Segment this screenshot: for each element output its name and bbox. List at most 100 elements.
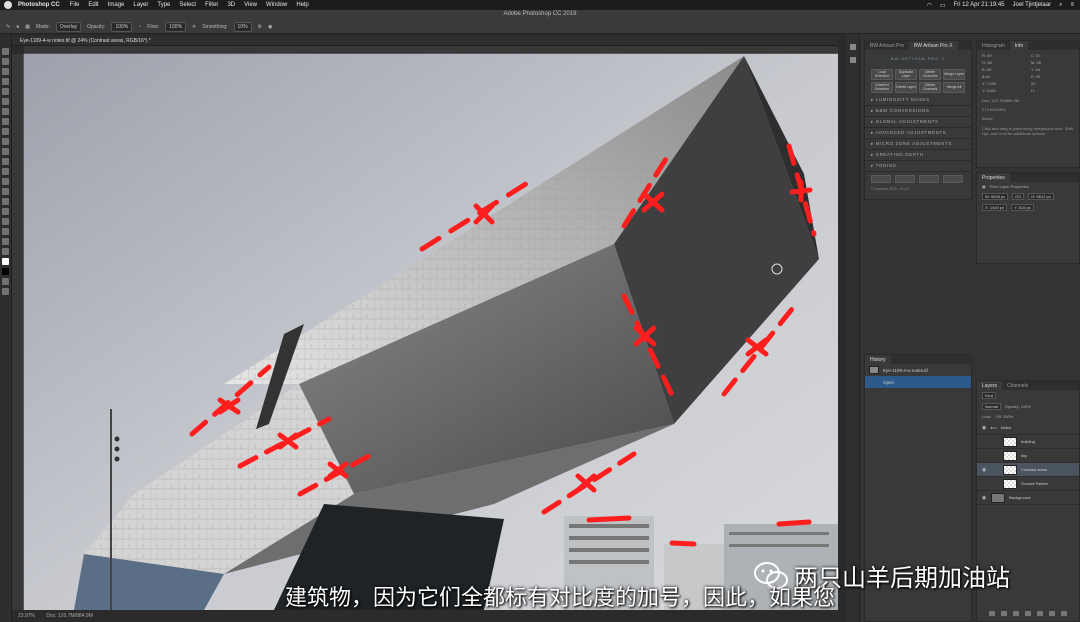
crop-tool-icon[interactable] [2, 88, 9, 95]
vertical-ruler[interactable] [12, 54, 24, 610]
gradient-tool-icon[interactable] [2, 158, 9, 165]
quick-mask-icon[interactable] [2, 278, 9, 285]
lasso-tool-icon[interactable] [2, 68, 9, 75]
y-field[interactable]: Y: 615 px [1011, 204, 1034, 211]
section-micro-zone-adjustments[interactable]: ▸ MICRO ZONE ADJUSTMENTS [865, 139, 971, 150]
flow-field[interactable]: 100% [165, 21, 187, 32]
tab-channels[interactable]: Channels [1002, 381, 1033, 390]
user-name[interactable]: Joel Tjintjelaar [1013, 2, 1052, 8]
layer-filter-select[interactable]: Kind [982, 392, 997, 399]
section-toning[interactable]: ▸ TONING [865, 161, 971, 172]
layer-background[interactable]: ◉ Background [977, 491, 1079, 505]
menu-edit[interactable]: Edit [88, 2, 98, 8]
more-tools-icon[interactable] [2, 248, 9, 255]
battery-icon[interactable]: ▭ [940, 2, 946, 9]
link-button[interactable]: GO [1012, 193, 1025, 200]
opacity-field[interactable]: 100% [111, 21, 133, 32]
path-select-tool-icon[interactable] [2, 208, 9, 215]
merge-all-button[interactable]: Merge All [943, 82, 965, 93]
delete-channels-button-2[interactable]: Delete Channels [919, 82, 941, 93]
visibility-eye-icon[interactable]: ◉ [981, 425, 987, 431]
tab-histogram[interactable]: Histogram [977, 41, 1010, 50]
delete-layer-button[interactable]: Delete Layer [895, 82, 917, 93]
panel-icon[interactable] [849, 44, 856, 50]
brush-tool-icon[interactable] [2, 118, 9, 125]
visibility-eye-icon[interactable]: ◉ [981, 467, 987, 473]
menu-select[interactable]: Select [179, 2, 196, 8]
mode-select[interactable]: Overlay [55, 21, 82, 32]
foreground-color-swatch[interactable] [2, 258, 9, 265]
dodge-tool-icon[interactable] [2, 178, 9, 185]
screen-mode-icon[interactable] [2, 288, 9, 295]
layer-building[interactable]: building [977, 435, 1079, 449]
pressure-opacity-icon[interactable]: ◔ [138, 24, 141, 30]
pen-tool-icon[interactable] [2, 188, 9, 195]
layer-opacity[interactable]: Opacity: 100% [1005, 404, 1031, 409]
wifi-icon[interactable]: ◠ [927, 2, 932, 9]
menu-window[interactable]: Window [266, 2, 287, 8]
menu-3d[interactable]: 3D [227, 2, 235, 8]
shape-tool-icon[interactable] [2, 218, 9, 225]
home-icon[interactable] [871, 175, 891, 183]
mail-icon[interactable] [895, 175, 915, 183]
clone-stamp-tool-icon[interactable] [2, 128, 9, 135]
menu-type[interactable]: Type [157, 2, 170, 8]
move-tool-icon[interactable] [2, 48, 9, 55]
section-creating-depth[interactable]: ▸ CREATING DEPTH [865, 150, 971, 161]
brush-settings-icon[interactable]: ▦ [25, 24, 30, 30]
tab-info[interactable]: Info [1009, 41, 1029, 50]
layer-ground-pattern[interactable]: Ground Pattern [977, 477, 1079, 491]
duplicate-layer-button[interactable]: Duplicate Layer [895, 69, 917, 80]
delete-channels-button[interactable]: Delete Channels [919, 69, 941, 80]
section-advanced-adjustments[interactable]: ▸ ADVANCED ADJUSTMENTS [865, 128, 971, 139]
smoothing-field[interactable]: 10% [233, 21, 252, 32]
layer-fill[interactable]: Fill: 100% [996, 414, 1014, 419]
horizontal-ruler[interactable] [24, 46, 838, 54]
layer-group-notes[interactable]: ◉ ▸▭ Notes [977, 421, 1079, 435]
history-brush-tool-icon[interactable] [2, 138, 9, 145]
gear-icon[interactable]: ⚙ [258, 24, 262, 30]
menu-image[interactable]: Image [108, 2, 125, 8]
zoom-level[interactable]: 23.97% [18, 613, 35, 619]
info-icon[interactable] [943, 175, 963, 183]
layer-sky[interactable]: sky [977, 449, 1079, 463]
x-field[interactable]: X: 1440 px [982, 204, 1008, 211]
history-item-open[interactable]: Open [865, 376, 971, 388]
width-field[interactable]: W: 9008 px [982, 193, 1009, 200]
visibility-eye-icon[interactable]: ◉ [981, 495, 987, 501]
airbrush-icon[interactable]: ✈ [192, 24, 196, 30]
apple-icon[interactable] [4, 1, 12, 9]
height-field[interactable]: H: 5612 px [1028, 193, 1054, 200]
document-canvas[interactable] [24, 54, 838, 610]
app-menu[interactable]: Photoshop CC [18, 2, 60, 8]
deselect-selection-button[interactable]: Deselect Selection [871, 82, 893, 93]
menu-file[interactable]: File [70, 2, 80, 8]
section-luminosity-masks[interactable]: ▸ LUMINOSITY MASKS [865, 95, 971, 106]
brush-preset-picker[interactable]: ● [16, 24, 19, 30]
load-selection-button[interactable]: Load Selection [871, 69, 893, 80]
panel-icon[interactable] [849, 57, 856, 63]
blur-tool-icon[interactable] [2, 168, 9, 175]
healing-tool-icon[interactable] [2, 108, 9, 115]
eraser-tool-icon[interactable] [2, 148, 9, 155]
layer-contrast-areas[interactable]: ◉ Contrast areas [977, 463, 1079, 477]
pressure-size-icon[interactable]: ◉ [268, 24, 272, 30]
section-global-adjustments[interactable]: ▸ GLOBAL ADJUSTMENTS [865, 117, 971, 128]
merge-layer-button[interactable]: Merge Layer [943, 69, 965, 80]
background-color-swatch[interactable] [2, 268, 9, 275]
menu-layer[interactable]: Layer [133, 2, 148, 8]
tab-bw-artisan-pro-x[interactable]: BW Artisan Pro X [908, 41, 958, 50]
brush-tool-icon[interactable]: ✎ [6, 24, 10, 30]
section-bw-conversions[interactable]: ▸ B&W CONVERSIONS [865, 106, 971, 117]
search-icon[interactable]: ⌕ [1059, 2, 1062, 9]
menu-list-icon[interactable]: ≡ [1070, 2, 1074, 8]
tab-bw-artisan-pro[interactable]: BW Artisan Pro [865, 41, 909, 50]
doc-size[interactable]: Doc: 120.7M/884.9M [46, 613, 92, 619]
tab-layers[interactable]: Layers [977, 381, 1003, 390]
quick-select-tool-icon[interactable] [2, 78, 9, 85]
book-icon[interactable] [919, 175, 939, 183]
menu-help[interactable]: Help [296, 2, 308, 8]
marquee-tool-icon[interactable] [2, 58, 9, 65]
type-tool-icon[interactable] [2, 198, 9, 205]
menu-view[interactable]: View [244, 2, 257, 8]
